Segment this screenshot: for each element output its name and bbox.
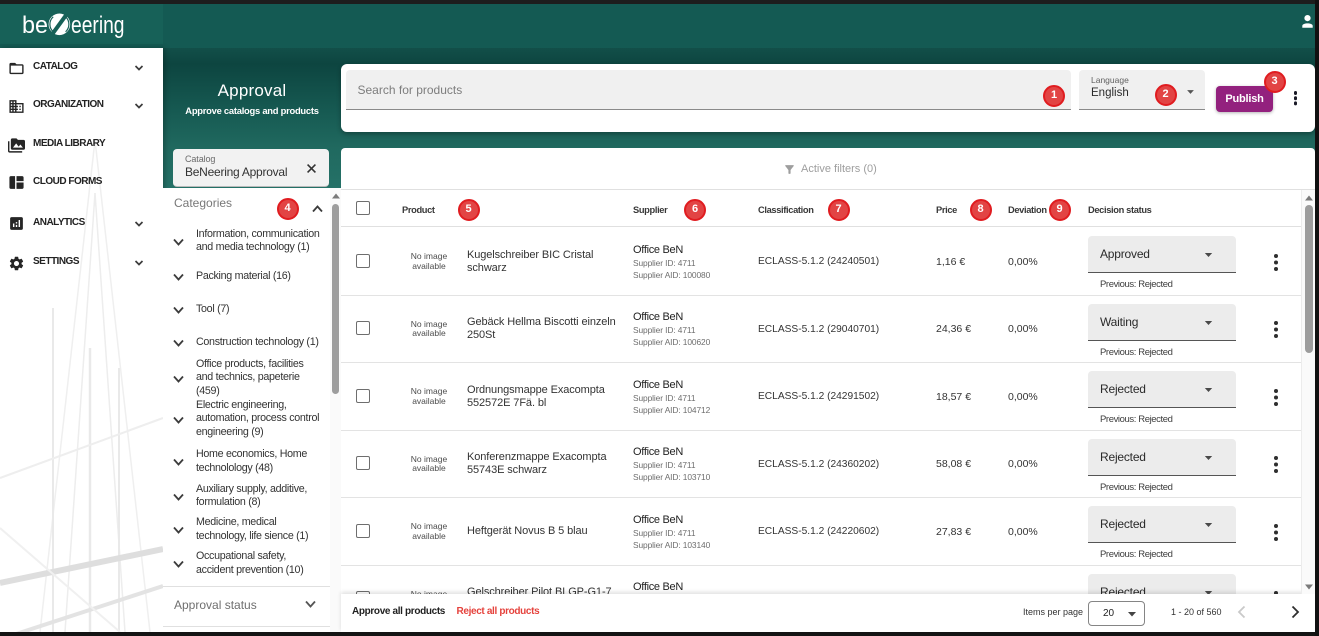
svg-text:eering: eering — [71, 12, 125, 39]
svg-text:be: be — [22, 12, 48, 39]
